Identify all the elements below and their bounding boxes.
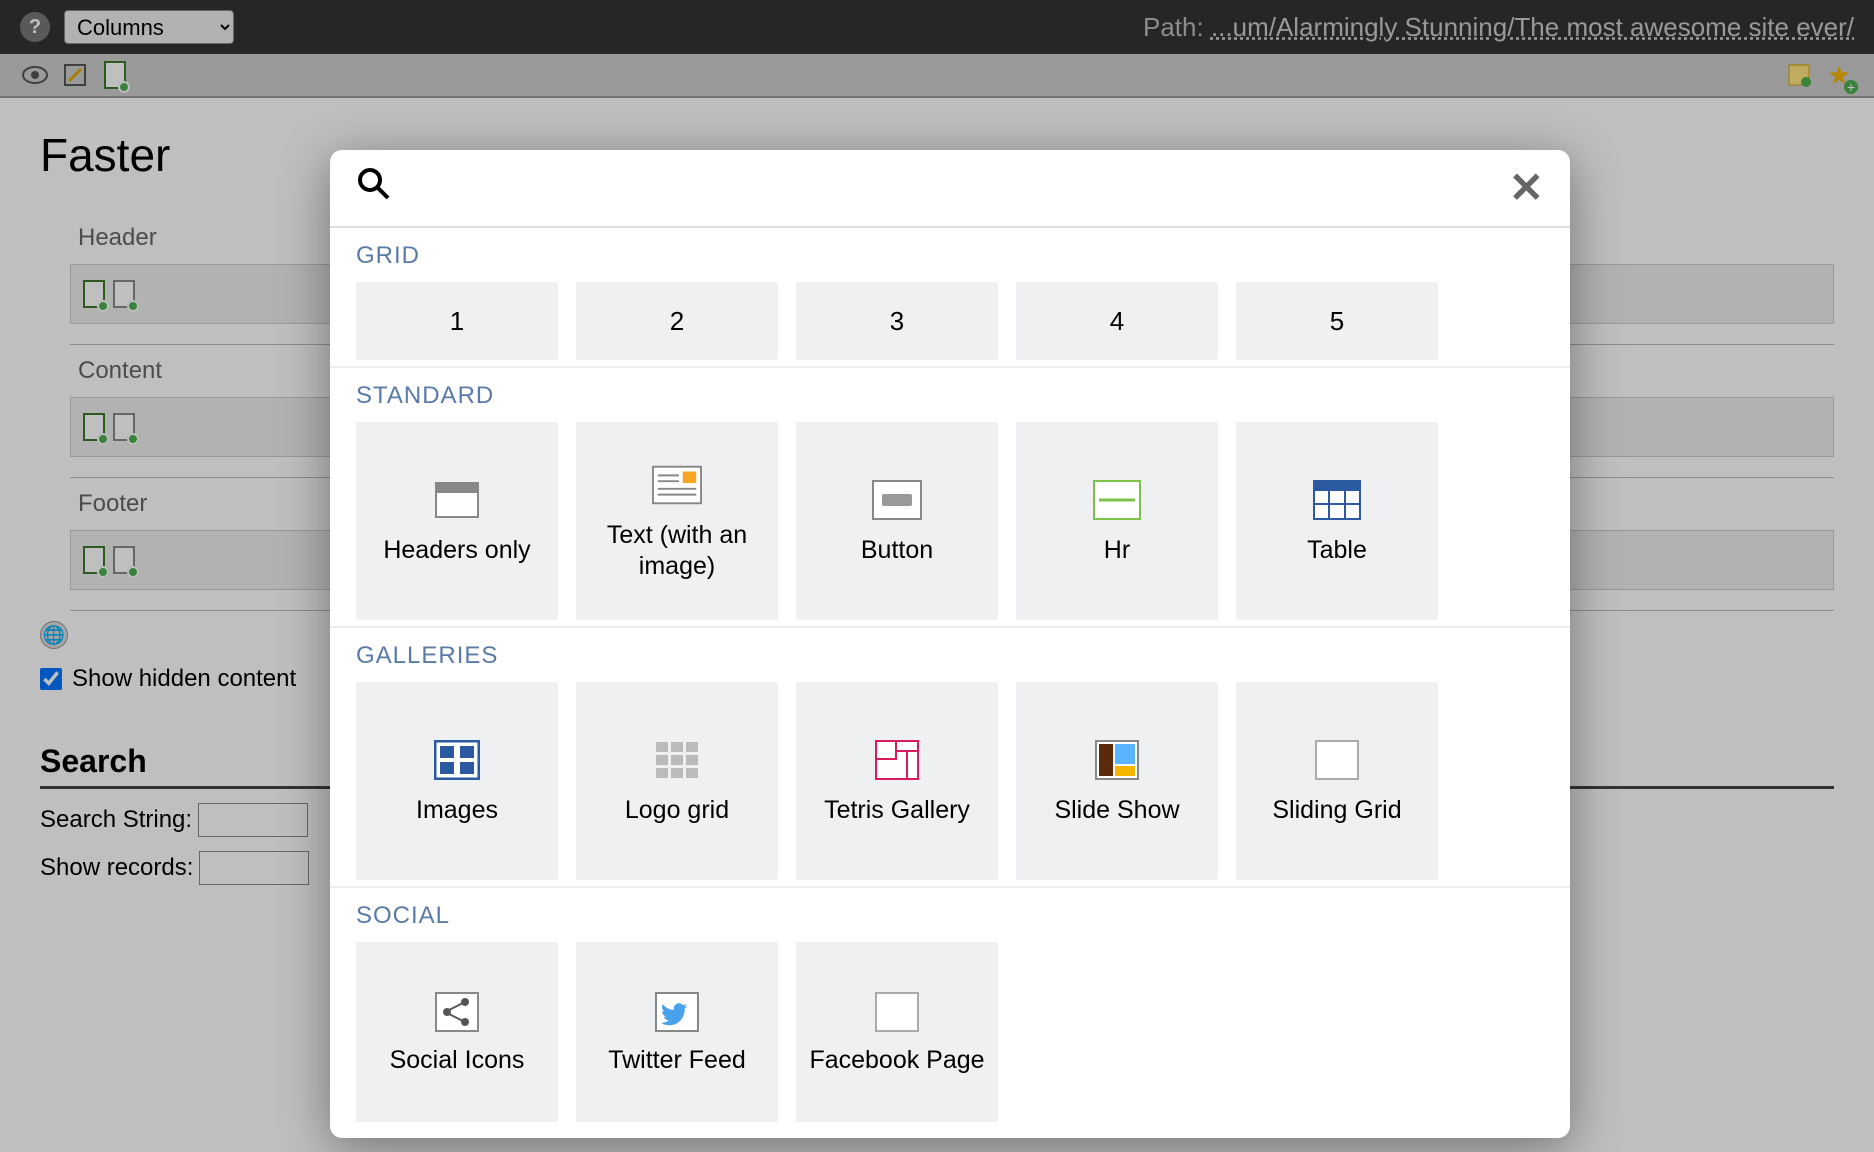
section-standard-title: STANDARD: [356, 382, 1544, 410]
tile-label: Tetris Gallery: [824, 795, 970, 826]
tile-label: Headers only: [383, 535, 530, 566]
button-icon: [872, 475, 922, 525]
share-icon: [432, 987, 482, 1037]
tile-label: Hr: [1104, 535, 1130, 566]
tile-button[interactable]: Button: [796, 422, 998, 620]
grid-tile-5[interactable]: 5: [1236, 282, 1438, 360]
tile-label: Images: [416, 795, 498, 826]
tile-label: Slide Show: [1054, 795, 1179, 826]
logo-grid-icon: [652, 735, 702, 785]
hr-icon: [1092, 475, 1142, 525]
tile-label: Button: [861, 535, 933, 566]
tile-logo-grid[interactable]: Logo grid: [576, 682, 778, 880]
sliding-grid-icon: [1312, 735, 1362, 785]
tile-label: Social Icons: [390, 1045, 525, 1076]
tile-sliding-grid[interactable]: Sliding Grid: [1236, 682, 1438, 880]
modal-search-bar: ✕: [330, 150, 1570, 228]
tile-slide-show[interactable]: Slide Show: [1016, 682, 1218, 880]
tile-label: Logo grid: [625, 795, 729, 826]
grid-tile-3[interactable]: 3: [796, 282, 998, 360]
table-icon: [1312, 475, 1362, 525]
tile-label: Sliding Grid: [1272, 795, 1401, 826]
tile-table[interactable]: Table: [1236, 422, 1438, 620]
facebook-icon: [872, 987, 922, 1037]
tile-twitter-feed[interactable]: Twitter Feed: [576, 942, 778, 1122]
tile-label: Twitter Feed: [608, 1045, 746, 1076]
section-social-title: SOCIAL: [356, 902, 1544, 930]
tile-label: Table: [1307, 535, 1367, 566]
grid-tile-4[interactable]: 4: [1016, 282, 1218, 360]
tile-headers-only[interactable]: Headers only: [356, 422, 558, 620]
add-block-modal: ✕ GRID 1 2 3 4 5 STANDARD Headers only: [330, 150, 1570, 1138]
section-grid-title: GRID: [356, 242, 1544, 270]
section-grid: GRID 1 2 3 4 5: [330, 228, 1570, 368]
tile-images[interactable]: Images: [356, 682, 558, 880]
section-galleries: GALLERIES Images Logo grid Tetris Galler…: [330, 628, 1570, 888]
grid-tile-2[interactable]: 2: [576, 282, 778, 360]
section-standard: STANDARD Headers only Text (with an imag…: [330, 368, 1570, 628]
close-icon[interactable]: ✕: [1509, 167, 1544, 209]
tile-hr[interactable]: Hr: [1016, 422, 1218, 620]
tetris-icon: [872, 735, 922, 785]
images-icon: [432, 735, 482, 785]
tile-label: Text (with an image): [584, 520, 770, 583]
twitter-icon: [652, 987, 702, 1037]
tile-text-with-image[interactable]: Text (with an image): [576, 422, 778, 620]
tile-tetris-gallery[interactable]: Tetris Gallery: [796, 682, 998, 880]
section-galleries-title: GALLERIES: [356, 642, 1544, 670]
grid-tile-1[interactable]: 1: [356, 282, 558, 360]
slideshow-icon: [1092, 735, 1142, 785]
tile-social-icons[interactable]: Social Icons: [356, 942, 558, 1122]
text-image-icon: [652, 460, 702, 510]
tile-label: Facebook Page: [809, 1045, 984, 1076]
tile-facebook-page[interactable]: Facebook Page: [796, 942, 998, 1122]
section-social: SOCIAL Social Icons Twitter Feed Faceboo…: [330, 888, 1570, 1128]
modal-search-input[interactable]: [404, 168, 1509, 208]
search-icon: [356, 166, 390, 210]
headers-icon: [432, 475, 482, 525]
